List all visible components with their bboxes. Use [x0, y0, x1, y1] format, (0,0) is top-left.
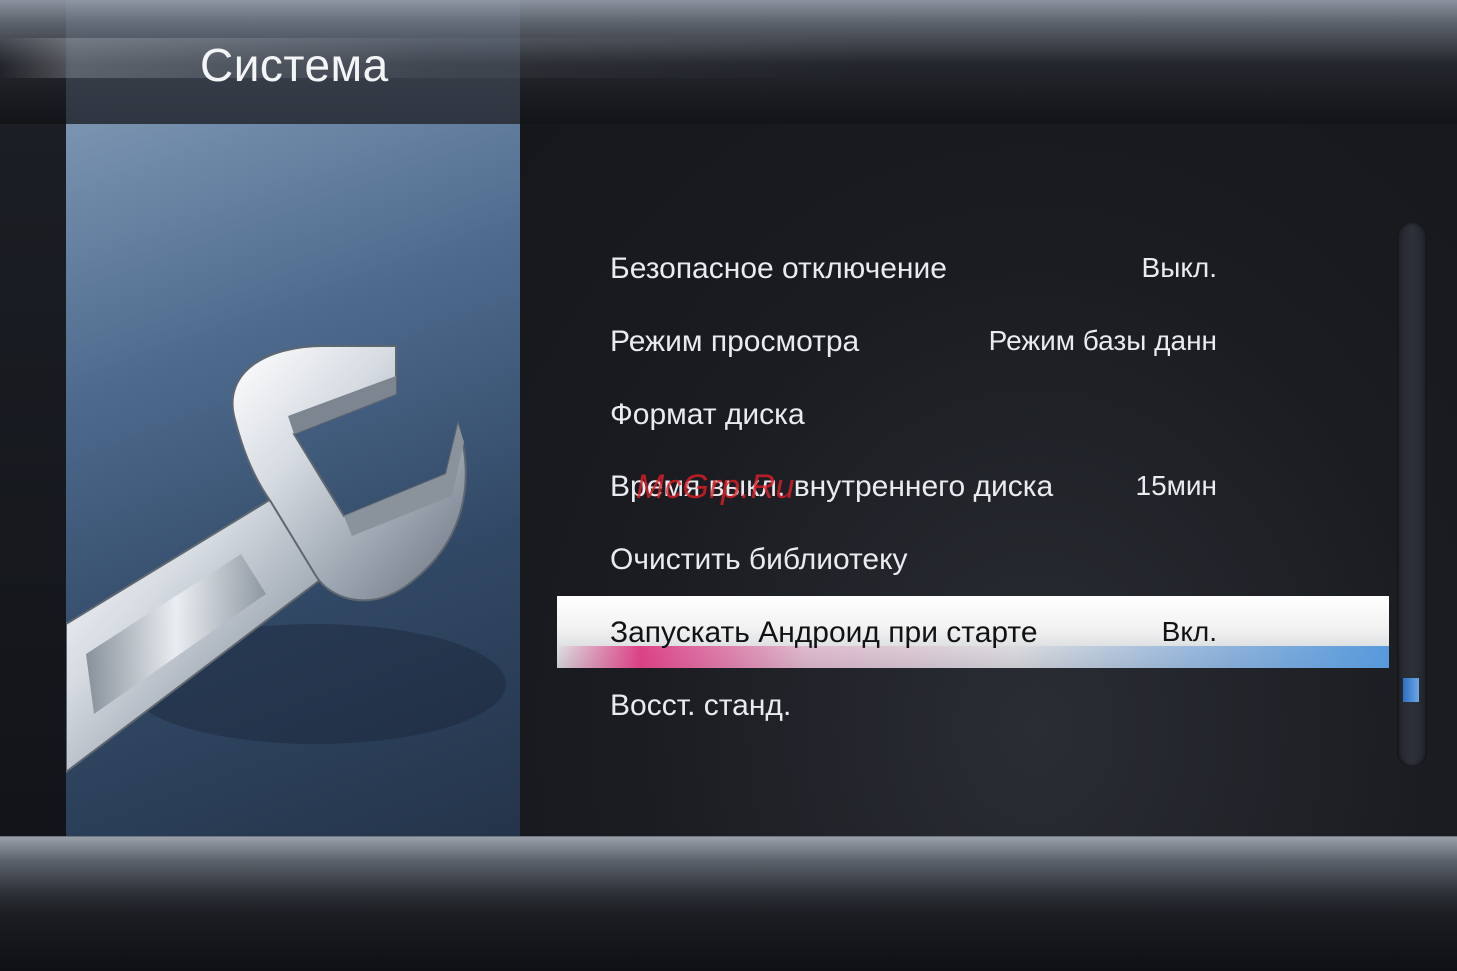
- menu-item-label: Запускать Андроид при старте: [610, 616, 1038, 649]
- menu-item-label: Режим просмотра: [610, 325, 860, 358]
- menu-item-clear-library[interactable]: Очистить библиотеку: [610, 539, 1220, 583]
- menu-item-label: Безопасное отключение: [610, 252, 947, 285]
- menu-item-launch-android-on-start[interactable]: Запускать Андроид при старте Вкл.: [610, 612, 1220, 656]
- menu-item-label: Восст. станд.: [610, 689, 792, 722]
- section-illustration: [66, 124, 520, 836]
- menu-item-value: Режим базы данн: [988, 325, 1217, 356]
- menu-item-value: Вкл.: [1161, 616, 1217, 647]
- bottom-bar: [0, 836, 1457, 971]
- left-border-strip: [0, 124, 66, 836]
- menu-item-format-disk[interactable]: Формат диска: [610, 394, 1220, 438]
- menu-item-value: 15мин: [1135, 470, 1218, 501]
- watermark: McGrp.Ru: [636, 468, 795, 506]
- menu-item-label: Формат диска: [610, 398, 805, 431]
- page-title: Система: [200, 39, 389, 91]
- menu-item-restore-defaults[interactable]: Восст. станд.: [610, 685, 1220, 729]
- menu-item-value: Выкл.: [1141, 252, 1217, 283]
- menu-item-safe-shutdown[interactable]: Безопасное отключение Выкл.: [610, 248, 1220, 292]
- menu-item-view-mode[interactable]: Режим просмотра Режим базы данн: [610, 321, 1220, 365]
- wrench-icon: [66, 345, 506, 774]
- scrollbar-thumb[interactable]: [1403, 678, 1419, 702]
- menu-item-label: Очистить библиотеку: [610, 543, 908, 576]
